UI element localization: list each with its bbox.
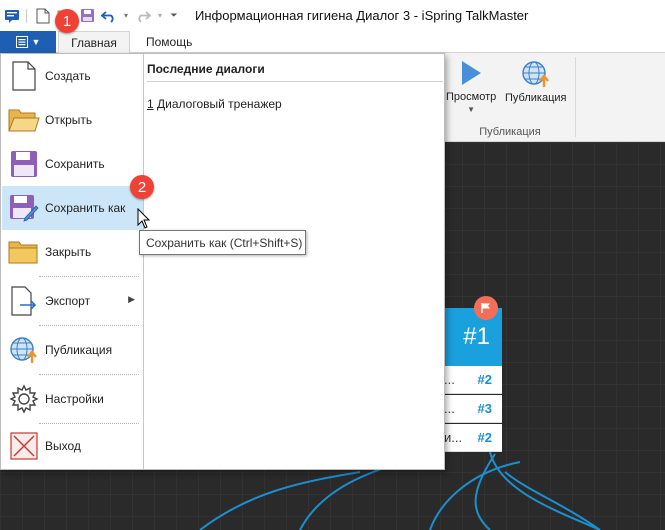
exit-icon bbox=[7, 429, 41, 463]
save-icon bbox=[7, 147, 41, 181]
node-answer-row[interactable]: и... #2 bbox=[440, 424, 502, 452]
menu-item-label: Публикация bbox=[45, 343, 113, 357]
menu-item-label: Экспорт bbox=[45, 294, 91, 308]
file-menu-icon bbox=[15, 36, 28, 48]
menu-separator bbox=[39, 276, 139, 277]
window-title: Информационная гигиена Диалог 3 - iSprin… bbox=[195, 8, 529, 23]
globe-publish-icon bbox=[522, 61, 549, 87]
menu-item-create[interactable]: Создать bbox=[2, 54, 143, 98]
redo-dropdown-icon[interactable]: ▾ bbox=[155, 6, 165, 26]
new-file-icon[interactable] bbox=[33, 6, 53, 26]
preview-button[interactable]: Просмотр ▼ bbox=[446, 59, 496, 114]
answer-link[interactable]: #2 bbox=[478, 372, 492, 387]
recent-dialogs-panel: Последние диалоги 1 Диалоговый тренажер bbox=[147, 62, 443, 111]
folder-close-icon bbox=[7, 235, 41, 269]
menu-item-exit[interactable]: Выход bbox=[2, 424, 143, 468]
ribbon-tabs: ▼ Главная Помощь bbox=[0, 31, 665, 54]
menu-item-label: Сохранить bbox=[45, 157, 105, 171]
new-file-icon bbox=[7, 59, 41, 93]
answer-link[interactable]: #2 bbox=[478, 430, 492, 445]
tab-help[interactable]: Помощь bbox=[140, 31, 198, 53]
answer-text: ... bbox=[444, 401, 455, 416]
mouse-cursor-icon bbox=[137, 208, 151, 229]
divider bbox=[26, 8, 27, 23]
menu-item-label: Выход bbox=[45, 439, 81, 453]
file-menu-button[interactable]: ▼ bbox=[0, 31, 56, 53]
save-icon[interactable] bbox=[77, 6, 97, 26]
menu-item-label: Создать bbox=[45, 69, 91, 83]
tab-home[interactable]: Главная bbox=[58, 31, 130, 54]
publish-button[interactable]: Публикация bbox=[505, 59, 566, 104]
menu-separator bbox=[39, 325, 139, 326]
preview-label: Просмотр bbox=[446, 91, 497, 103]
menu-item-save-as[interactable]: Сохранить как bbox=[2, 186, 143, 230]
save-as-icon bbox=[7, 191, 41, 225]
node-answer-row[interactable]: ... #3 bbox=[440, 395, 502, 423]
redo-icon[interactable] bbox=[133, 6, 153, 26]
menu-item-save[interactable]: Сохранить bbox=[2, 142, 143, 186]
submenu-arrow-icon: ▶ bbox=[128, 294, 135, 304]
answer-text: ... bbox=[444, 372, 455, 387]
customize-toolbar-icon[interactable]: ⏷ bbox=[167, 6, 181, 26]
menu-separator bbox=[39, 374, 139, 375]
dialog-node[interactable]: #1 ... #2 ... #3 и... #2 bbox=[440, 308, 502, 453]
divider bbox=[575, 57, 576, 137]
menu-item-publish[interactable]: Публикация bbox=[2, 328, 143, 372]
chevron-down-icon: ▼ bbox=[31, 37, 41, 47]
menu-item-close[interactable]: Закрыть bbox=[2, 230, 143, 274]
menu-item-export[interactable]: Экспорт ▶ bbox=[2, 279, 143, 323]
menu-item-label: Сохранить как bbox=[45, 201, 126, 215]
answer-text: и... bbox=[444, 430, 463, 445]
menu-item-label: Открыть bbox=[45, 113, 93, 127]
title-bar: ▾ ▾ ⏷ Информационная гигиена Диалог 3 - … bbox=[0, 0, 665, 31]
start-flag-icon bbox=[474, 296, 498, 320]
recent-dialog-item[interactable]: 1 Диалоговый тренажер bbox=[147, 97, 443, 111]
recent-dialogs-title: Последние диалоги bbox=[147, 62, 443, 82]
app-icon[interactable] bbox=[2, 6, 22, 26]
folder-open-icon bbox=[7, 103, 41, 137]
play-icon bbox=[462, 61, 482, 85]
group-label-publish: Публикация bbox=[479, 126, 541, 138]
file-menu-panel: Создать Открыть Сохранить Сохранить как bbox=[0, 53, 445, 470]
node-answer-row[interactable]: ... #2 bbox=[440, 366, 502, 394]
chevron-down-icon: ▼ bbox=[467, 105, 476, 114]
file-menu-list: Создать Открыть Сохранить Сохранить как bbox=[1, 54, 144, 469]
menu-item-settings[interactable]: Настройки bbox=[2, 377, 143, 421]
menu-item-label: Закрыть bbox=[45, 245, 92, 259]
menu-item-open[interactable]: Открыть bbox=[2, 98, 143, 142]
export-icon bbox=[7, 284, 41, 318]
menu-item-label: Настройки bbox=[45, 392, 104, 406]
undo-icon[interactable] bbox=[99, 6, 119, 26]
gear-icon bbox=[7, 382, 41, 416]
save-as-tooltip: Сохранить как (Ctrl+Shift+S) bbox=[139, 230, 306, 255]
undo-dropdown-icon[interactable]: ▾ bbox=[121, 6, 131, 26]
answer-link[interactable]: #3 bbox=[478, 401, 492, 416]
recent-item-index: 1 bbox=[147, 97, 154, 111]
step-badge-1: 1 bbox=[55, 9, 79, 33]
step-badge-2: 2 bbox=[130, 175, 154, 199]
recent-item-label: Диалоговый тренажер bbox=[157, 97, 282, 111]
globe-publish-icon bbox=[7, 333, 41, 367]
publish-label: Публикация bbox=[505, 92, 567, 104]
